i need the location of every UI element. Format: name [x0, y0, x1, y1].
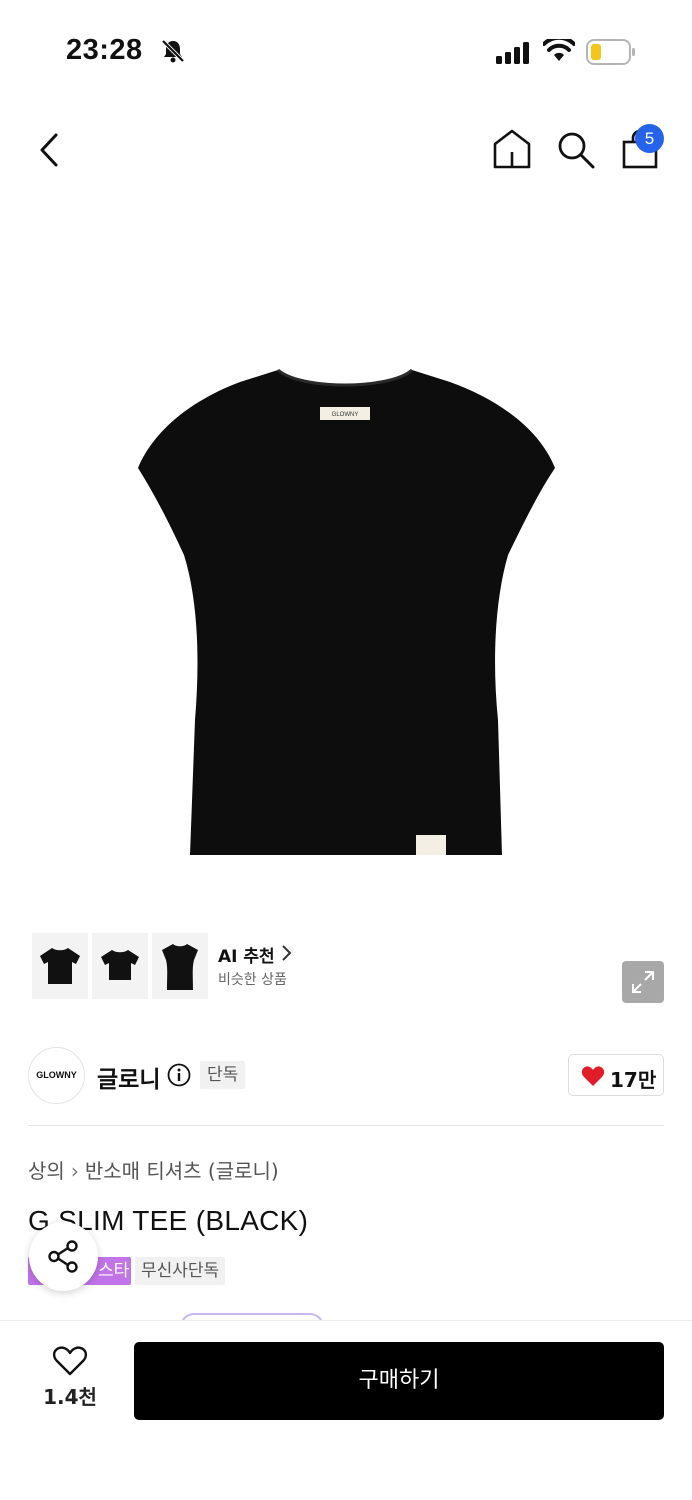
tshirt-thumbnail-icon [40, 948, 80, 984]
buy-button[interactable]: 구매하기 [134, 1342, 664, 1420]
chevron-right-icon [282, 945, 292, 961]
brand-name[interactable]: 글로니 [97, 1060, 160, 1094]
expand-icon [632, 971, 654, 993]
share-icon [48, 1240, 78, 1273]
ai-recommend-subtitle: 비슷한 상품 [218, 972, 287, 988]
neck-label-text: GLOWNY [332, 412, 359, 418]
recommend-thumbnail[interactable] [32, 933, 88, 999]
product-image[interactable]: GLOWNY [120, 360, 570, 860]
heart-filled-icon [581, 1066, 605, 1086]
divider [28, 1125, 664, 1126]
tshirt-thumbnail-icon [162, 944, 198, 990]
fullscreen-button[interactable] [622, 961, 664, 1003]
info-icon[interactable] [167, 1063, 191, 1087]
recommend-thumbnail[interactable] [92, 933, 148, 999]
wishlist-count: 1.4천 [43, 1385, 97, 1409]
tshirt-thumbnail-icon [101, 950, 139, 980]
status-bar: 23:28 [0, 0, 692, 100]
brand-logo[interactable]: GLOWNY [28, 1047, 85, 1104]
cart-count-badge: 5 [635, 124, 664, 153]
status-time: 23:28 [66, 34, 143, 66]
exclusive-tag: 단독 [200, 1061, 246, 1089]
bottom-action-bar: 1.4천 구매하기 [0, 1320, 692, 1500]
breadcrumb-category[interactable]: 상의 [28, 1159, 65, 1183]
signal-icon [496, 42, 529, 64]
battery-icon [586, 39, 635, 65]
ai-recommend-title: AI 추천 [218, 947, 275, 967]
brand-like-button[interactable]: 17만 [568, 1054, 664, 1096]
brand-row: GLOWNY 글로니 단독 17만 [0, 1046, 692, 1106]
breadcrumb-subcategory[interactable]: 반소매 티셔츠 (글로니) [85, 1159, 279, 1183]
musinsa-exclusive-tag: 무신사단독 [135, 1257, 226, 1285]
breadcrumb: 상의 › 반소매 티셔츠 (글로니) [28, 1155, 279, 1184]
recommend-thumbnail[interactable] [152, 933, 208, 999]
ai-recommend-card[interactable]: AI 추천 비슷한 상품 [28, 929, 305, 1003]
wishlist-button[interactable]: 1.4천 [40, 1345, 100, 1415]
top-navigation [0, 100, 692, 200]
search-icon[interactable] [556, 130, 596, 170]
bell-mute-icon [161, 39, 185, 63]
share-button[interactable] [29, 1222, 98, 1291]
home-icon[interactable] [492, 128, 532, 170]
chevron-right-icon: › [70, 1159, 79, 1183]
wifi-icon [543, 39, 575, 61]
heart-outline-icon [52, 1346, 88, 1376]
brand-like-count: 17만 [610, 1068, 657, 1092]
back-icon[interactable] [36, 130, 64, 170]
